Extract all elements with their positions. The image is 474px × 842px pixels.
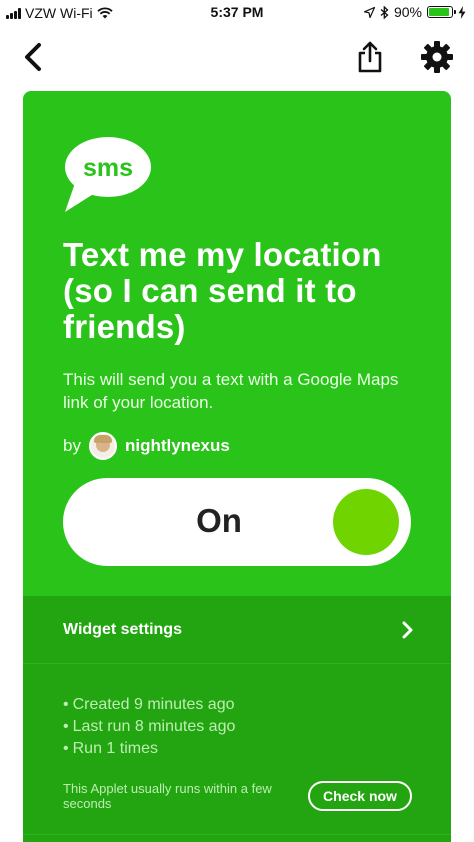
chevron-right-icon — [402, 621, 413, 639]
created-stat: Created 9 minutes ago — [63, 694, 235, 716]
sms-service-icon: sms — [65, 137, 151, 212]
bluetooth-icon — [380, 5, 389, 19]
status-bar: VZW Wi-Fi 5:37 PM 90% — [0, 0, 474, 26]
gear-icon — [421, 41, 453, 73]
by-label: by — [63, 436, 81, 455]
last-run-stat: Last run 8 minutes ago — [63, 716, 236, 738]
run-count-stat: Run 1 times — [63, 738, 235, 760]
avatar[interactable] — [88, 432, 117, 460]
divider — [23, 834, 451, 835]
status-right: 90% — [363, 4, 466, 20]
toggle-knob[interactable] — [333, 489, 399, 555]
applet-toggle[interactable]: On — [63, 478, 411, 566]
toggle-label: On — [196, 502, 242, 539]
chevron-left-icon — [25, 43, 41, 71]
applet-card: sms Text me my location (so I can send i… — [23, 91, 451, 842]
author-name[interactable]: nightlynexus — [125, 436, 230, 456]
location-arrow-icon — [363, 6, 375, 18]
check-now-button[interactable]: Check now — [308, 781, 412, 811]
back-button[interactable] — [18, 40, 48, 74]
applet-description: This will send you a text with a Google … — [63, 370, 399, 412]
author-byline: by nightlynexus — [63, 432, 230, 460]
sms-logo-text: sms — [83, 154, 133, 182]
applet-title: Text me my location (so I can send it to… — [63, 236, 382, 345]
battery-percent: 90% — [393, 4, 422, 20]
run-stats-list: Created 9 minutes ago Last run 8 minutes… — [63, 694, 236, 760]
share-button[interactable] — [354, 40, 386, 74]
run-frequency-note: This Applet usually runs within a few se… — [63, 781, 272, 811]
widget-settings-row[interactable]: Widget settings — [23, 596, 451, 664]
charging-bolt-icon — [458, 5, 466, 19]
battery-fill — [429, 8, 449, 16]
battery-icon — [427, 6, 456, 18]
applet-info-panel: Created 9 minutes ago Last run 8 minutes… — [23, 664, 451, 842]
widget-settings-label: Widget settings — [63, 621, 182, 638]
share-icon — [358, 41, 382, 73]
settings-button[interactable] — [420, 40, 454, 74]
